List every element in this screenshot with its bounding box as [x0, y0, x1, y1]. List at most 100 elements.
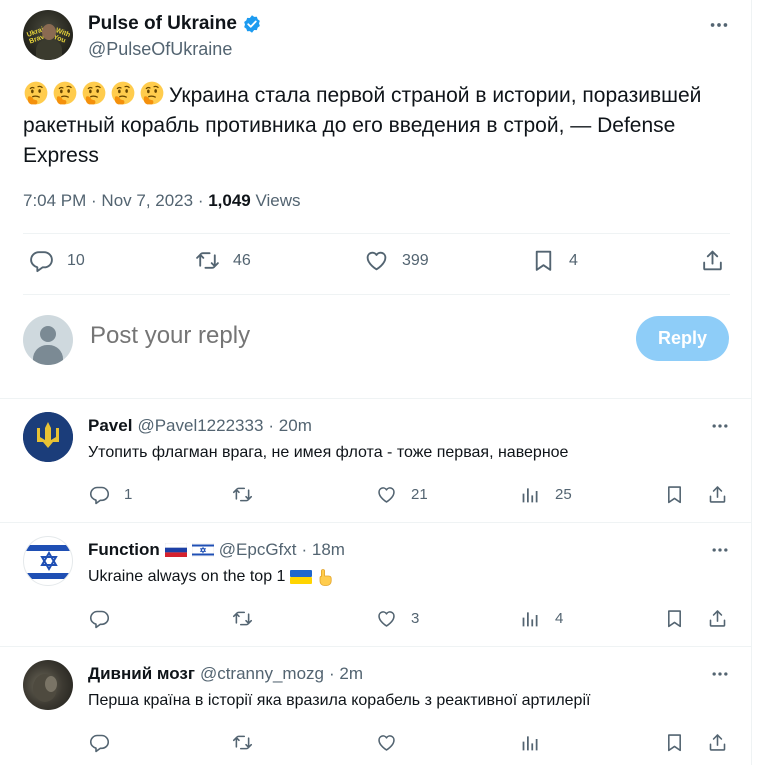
reply-action[interactable]: 1 — [89, 484, 132, 505]
divider — [23, 294, 730, 295]
author-handle[interactable]: @PulseOfUkraine — [88, 39, 232, 60]
tweet-thread: Ukraine Brave With You Pulse of Ukraine … — [0, 0, 752, 765]
russia-flag-icon — [164, 543, 187, 557]
tweet-actions: 10 46 399 4 — [23, 248, 730, 280]
verified-badge-icon — [244, 15, 260, 33]
repost-action[interactable] — [232, 732, 267, 753]
more-options-icon[interactable] — [708, 14, 730, 36]
reply-count: 10 — [67, 251, 85, 269]
tweet-meta: 7:04 PM · Nov 7, 2023 · 1,049 Views — [23, 191, 301, 211]
bookmark-action[interactable]: 4 — [531, 248, 578, 273]
heart-icon — [376, 608, 397, 629]
thinking-face-icon — [52, 80, 78, 106]
like-action[interactable] — [376, 732, 411, 753]
reply-action[interactable]: 10 — [29, 248, 85, 273]
views-count: 4 — [555, 610, 564, 627]
avatar-body — [36, 40, 62, 60]
views-action[interactable]: 4 — [520, 608, 563, 629]
thinking-face-icon — [110, 80, 136, 106]
thinking-face-icon — [23, 80, 49, 106]
views-action[interactable]: 25 — [520, 484, 572, 505]
more-options-icon[interactable] — [710, 664, 730, 684]
like-count: 3 — [411, 610, 420, 627]
main-tweet-header: Ukraine Brave With You Pulse of Ukraine … — [23, 10, 730, 62]
bookmark-icon — [664, 732, 685, 753]
avatar-head — [40, 326, 56, 342]
reply-text: Перша країна в історії яка вразила кораб… — [88, 692, 591, 709]
repost-icon — [195, 248, 220, 273]
tweet-timestamp[interactable]: 7:04 PM · Nov 7, 2023 · — [23, 191, 208, 210]
reply-time[interactable]: · 18m — [302, 540, 345, 560]
avatar-body — [33, 345, 63, 365]
views-icon — [520, 608, 541, 629]
reply-author-handle[interactable]: @Pavel1222333 — [137, 416, 263, 436]
reply-item[interactable]: Function @EpcGfxt · 18m Ukraine always o… — [0, 522, 752, 646]
more-options-icon[interactable] — [710, 540, 730, 560]
emoji-group — [23, 80, 165, 106]
bookmark-action[interactable] — [664, 484, 685, 505]
share-icon — [707, 732, 728, 753]
reply-author-handle[interactable]: @EpcGfxt — [219, 540, 297, 560]
heart-icon — [376, 732, 397, 753]
reply-text-body: Ukraine always on the top 1 — [88, 568, 286, 585]
author-name[interactable]: Pulse of Ukraine — [88, 13, 262, 35]
share-action[interactable] — [700, 248, 725, 273]
share-icon — [700, 248, 725, 273]
bookmark-action[interactable] — [664, 608, 685, 629]
avatar[interactable] — [23, 660, 73, 710]
reply-text: Ukraine always on the top 1 — [88, 568, 333, 586]
repost-action[interactable] — [232, 484, 267, 505]
reply-icon — [89, 732, 110, 753]
repost-icon — [232, 484, 253, 505]
repost-action[interactable] — [232, 608, 267, 629]
more-options-icon[interactable] — [710, 416, 730, 436]
share-action[interactable] — [707, 484, 728, 505]
reply-header: Function @EpcGfxt · 18m — [88, 540, 345, 560]
reply-action[interactable] — [89, 608, 124, 629]
reply-action[interactable] — [89, 732, 124, 753]
reply-time[interactable]: · 2m — [329, 664, 363, 684]
reply-author-handle[interactable]: @ctranny_mozg — [200, 664, 324, 684]
views-action[interactable] — [520, 732, 555, 753]
like-action[interactable]: 399 — [364, 248, 429, 273]
reply-author-name[interactable]: Pavel — [88, 416, 132, 436]
israel-flag-icon — [191, 543, 214, 557]
like-action[interactable]: 3 — [376, 608, 419, 629]
avatar-photo-icon — [33, 674, 57, 702]
reply-icon — [89, 608, 110, 629]
avatar[interactable] — [23, 412, 73, 462]
bookmark-count: 4 — [569, 251, 578, 269]
avatar[interactable] — [23, 536, 73, 586]
reply-text: Утопить флагман врага, не имея флота - т… — [88, 444, 569, 461]
reply-header: Дивний мозг @ctranny_mozg · 2m — [88, 664, 363, 684]
reply-icon — [29, 248, 54, 273]
author-name-text: Pulse of Ukraine — [88, 13, 237, 34]
reply-item[interactable]: Дивний мозг @ctranny_mozg · 2m Перша кра… — [0, 646, 752, 765]
repost-action[interactable]: 46 — [195, 248, 251, 273]
ukraine-flag-icon — [290, 570, 313, 584]
avatar-face — [42, 24, 56, 40]
views-icon — [520, 732, 541, 753]
reply-button[interactable]: Reply — [636, 316, 729, 361]
thinking-face-icon — [81, 80, 107, 106]
reply-author-name[interactable]: Function — [88, 540, 160, 560]
repost-icon — [232, 608, 253, 629]
reply-input[interactable] — [90, 322, 620, 350]
bookmark-action[interactable] — [664, 732, 685, 753]
views-count: 25 — [555, 486, 572, 503]
avatar[interactable]: Ukraine Brave With You — [23, 10, 73, 60]
reply-author-name[interactable]: Дивний мозг — [88, 664, 195, 684]
user-avatar — [23, 315, 73, 365]
like-action[interactable]: 21 — [376, 484, 428, 505]
like-count: 21 — [411, 486, 428, 503]
trident-icon — [23, 412, 73, 462]
bookmark-icon — [664, 608, 685, 629]
share-action[interactable] — [707, 608, 728, 629]
bookmark-icon — [531, 248, 556, 273]
thinking-face-icon — [139, 80, 165, 106]
reply-time[interactable]: · 20m — [268, 416, 311, 436]
share-icon — [707, 608, 728, 629]
share-action[interactable] — [707, 732, 728, 753]
tweet-text: Украина стала первой страной в истории, … — [23, 80, 723, 171]
reply-item[interactable]: Pavel @Pavel1222333 · 20m Утопить флагма… — [0, 398, 752, 522]
